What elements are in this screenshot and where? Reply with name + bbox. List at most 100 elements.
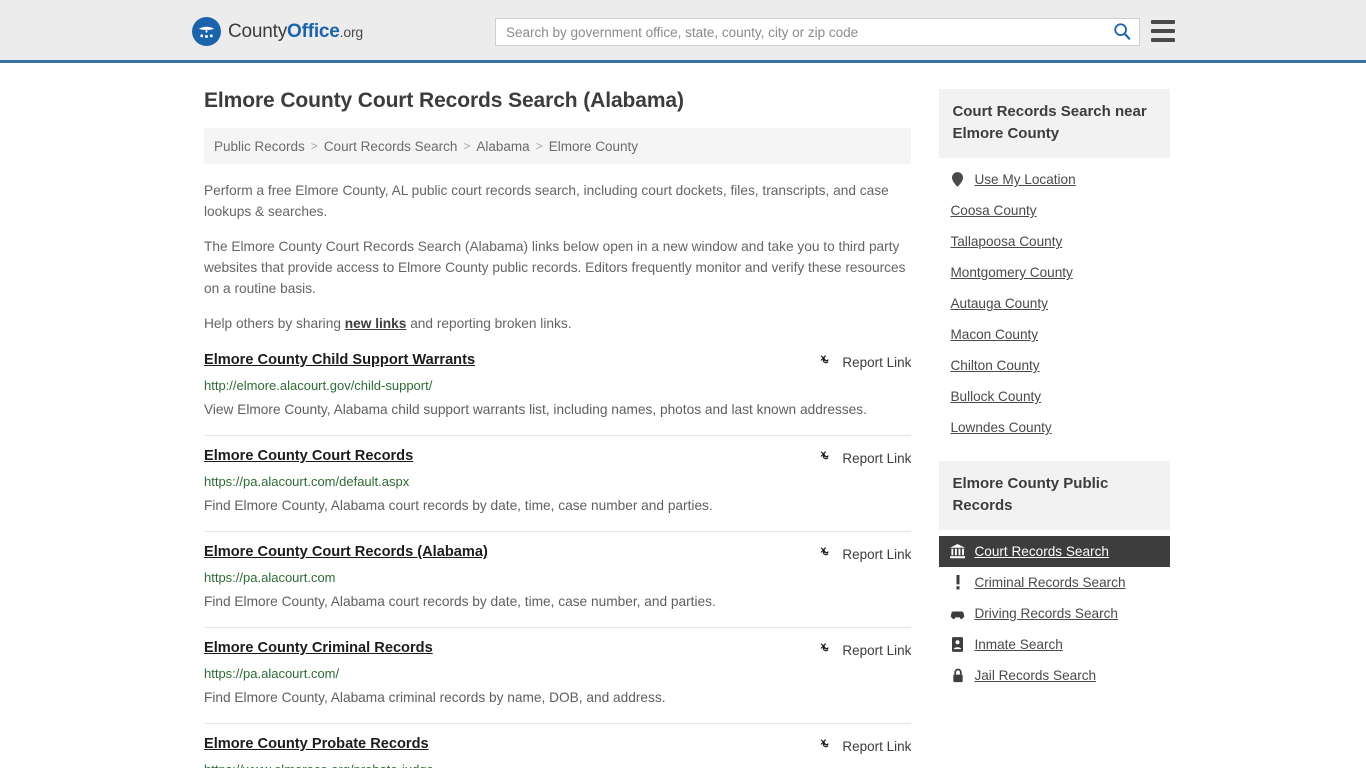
exclamation-icon	[950, 575, 965, 590]
breadcrumb-item-elmore-county[interactable]: Elmore County	[549, 139, 638, 154]
menu-bar-3	[1151, 38, 1175, 42]
result-title-link[interactable]: Elmore County Child Support Warrants	[204, 352, 475, 368]
eagle-seal-icon	[192, 17, 221, 46]
site-logo[interactable]: CountyOffice.org	[192, 17, 363, 46]
report-link-button[interactable]: Report Link	[819, 545, 911, 563]
map-pin-icon	[950, 172, 965, 187]
breadcrumb-separator: >	[463, 139, 471, 153]
intro-paragraph-3-prefix: Help others by sharing	[204, 316, 345, 331]
sidebar-link[interactable]: Court Records Search	[974, 544, 1108, 559]
sidebar-link[interactable]: Driving Records Search	[974, 606, 1118, 621]
search-bar	[495, 18, 1140, 46]
report-link-button[interactable]: Report Link	[819, 449, 911, 467]
breadcrumb-item-public-records[interactable]: Public Records	[214, 139, 305, 154]
logo-text-office: Office	[287, 20, 340, 42]
sidebar-link[interactable]: Macon County	[950, 327, 1038, 342]
broken-link-icon	[819, 545, 834, 563]
result-title-link[interactable]: Elmore County Probate Records	[204, 736, 429, 752]
logo-text-org: .org	[339, 23, 364, 40]
sidebar-link[interactable]: Coosa County	[950, 203, 1036, 218]
report-link-button[interactable]: Report Link	[819, 353, 911, 371]
search-button[interactable]	[1105, 19, 1139, 45]
report-link-label: Report Link	[842, 738, 912, 754]
sidebar-link[interactable]: Autauga County	[950, 296, 1048, 311]
sidebar-item-coosa-county[interactable]: Coosa County	[939, 195, 1170, 226]
breadcrumb-item-alabama[interactable]: Alabama	[476, 139, 529, 154]
menu-bar-2	[1151, 29, 1175, 33]
logo-text: CountyOffice.org	[228, 21, 363, 43]
report-link-button[interactable]: Report Link	[819, 737, 911, 755]
result-item: Elmore County Criminal Records Report Li…	[204, 628, 912, 724]
sidebar-item-driving-records-search[interactable]: Driving Records Search	[939, 598, 1170, 629]
intro-paragraph-2: The Elmore County Court Records Search (…	[204, 239, 906, 296]
sidebar-item-jail-records-search[interactable]: Jail Records Search	[939, 660, 1170, 691]
intro-paragraph-3-suffix: and reporting broken links.	[406, 316, 572, 331]
sidebar-item-court-records-search[interactable]: Court Records Search	[939, 536, 1170, 567]
menu-bar-1	[1151, 20, 1175, 24]
sidebar-link[interactable]: Montgomery County	[950, 265, 1072, 280]
result-url-link[interactable]: https://pa.alacourt.com/default.aspx	[204, 474, 911, 489]
nearby-panel-list: Use My Location Coosa County Tallapoosa …	[939, 158, 1170, 443]
intro-paragraph-3: Help others by sharing new links and rep…	[204, 313, 911, 334]
sidebar: Court Records Search near Elmore County …	[939, 89, 1170, 768]
sidebar-item-chilton-county[interactable]: Chilton County	[939, 350, 1170, 381]
sidebar-item-bullock-county[interactable]: Bullock County	[939, 381, 1170, 412]
sidebar-link[interactable]: Use My Location	[974, 172, 1075, 187]
sidebar-item-montgomery-county[interactable]: Montgomery County	[939, 257, 1170, 288]
result-description: View Elmore County, Alabama child suppor…	[204, 402, 867, 417]
broken-link-icon	[819, 449, 834, 467]
sidebar-item-inmate-search[interactable]: Inmate Search	[939, 629, 1170, 660]
sidebar-link[interactable]: Lowndes County	[950, 420, 1051, 435]
sidebar-item-autauga-county[interactable]: Autauga County	[939, 288, 1170, 319]
report-link-label: Report Link	[842, 354, 912, 370]
search-icon	[1113, 22, 1131, 43]
report-link-button[interactable]: Report Link	[819, 641, 911, 659]
bank-icon	[950, 544, 966, 559]
intro-paragraph-1: Perform a free Elmore County, AL public …	[204, 183, 889, 219]
sidebar-item-tallapoosa-county[interactable]: Tallapoosa County	[939, 226, 1170, 257]
car-icon	[950, 606, 965, 621]
new-links-link[interactable]: new links	[345, 316, 407, 331]
sidebar-link[interactable]: Tallapoosa County	[950, 234, 1062, 249]
sidebar-item-macon-county[interactable]: Macon County	[939, 319, 1170, 350]
result-url-link[interactable]: https://pa.alacourt.com	[204, 570, 911, 585]
sidebar-item-lowndes-county[interactable]: Lowndes County	[939, 412, 1170, 443]
result-description: Find Elmore County, Alabama court record…	[204, 498, 713, 513]
sidebar-link[interactable]: Criminal Records Search	[974, 575, 1125, 590]
breadcrumb: Public Records > Court Records Search > …	[204, 128, 912, 164]
result-url-link[interactable]: https://www.elmoreco.org/probate-judge	[204, 762, 911, 768]
report-link-label: Report Link	[842, 450, 912, 466]
sidebar-link[interactable]: Inmate Search	[974, 637, 1062, 652]
results-list: Elmore County Child Support Warrants Rep…	[204, 348, 912, 768]
broken-link-icon	[819, 641, 834, 659]
result-title-link[interactable]: Elmore County Court Records	[204, 448, 413, 464]
result-url-link[interactable]: https://pa.alacourt.com/	[204, 666, 911, 681]
nearby-panel-heading: Court Records Search near Elmore County	[939, 89, 1170, 158]
hamburger-menu-icon[interactable]	[1151, 20, 1175, 42]
public-records-panel-heading: Elmore County Public Records	[939, 461, 1170, 530]
result-title-link[interactable]: Elmore County Court Records (Alabama)	[204, 544, 488, 560]
result-title-link[interactable]: Elmore County Criminal Records	[204, 640, 433, 656]
breadcrumb-item-court-records-search[interactable]: Court Records Search	[324, 139, 458, 154]
sidebar-item-use-my-location[interactable]: Use My Location	[939, 164, 1170, 195]
lock-icon	[950, 668, 965, 683]
result-header: Elmore County Court Records (Alabama) Re…	[204, 544, 911, 563]
sidebar-link[interactable]: Bullock County	[950, 389, 1041, 404]
result-description: Find Elmore County, Alabama criminal rec…	[204, 690, 666, 705]
broken-link-icon	[819, 737, 834, 755]
search-input[interactable]	[496, 19, 1105, 45]
site-header: CountyOffice.org	[0, 0, 1366, 63]
sidebar-item-criminal-records-search[interactable]: Criminal Records Search	[939, 567, 1170, 598]
sidebar-link[interactable]: Jail Records Search	[974, 668, 1096, 683]
sidebar-link[interactable]: Chilton County	[950, 358, 1039, 373]
result-header: Elmore County Criminal Records Report Li…	[204, 640, 911, 659]
public-records-panel: Elmore County Public Records Court Recor…	[939, 461, 1170, 691]
broken-link-icon	[819, 353, 834, 371]
logo-text-county: County	[228, 20, 288, 42]
result-url-link[interactable]: http://elmore.alacourt.gov/child-support…	[204, 378, 911, 393]
result-item: Elmore County Probate Records Report Lin…	[204, 724, 911, 768]
id-card-icon	[950, 637, 965, 652]
main-content: Elmore County Court Records Search (Alab…	[204, 89, 912, 768]
result-header: Elmore County Probate Records Report Lin…	[204, 736, 911, 755]
nearby-panel: Court Records Search near Elmore County …	[939, 89, 1170, 443]
